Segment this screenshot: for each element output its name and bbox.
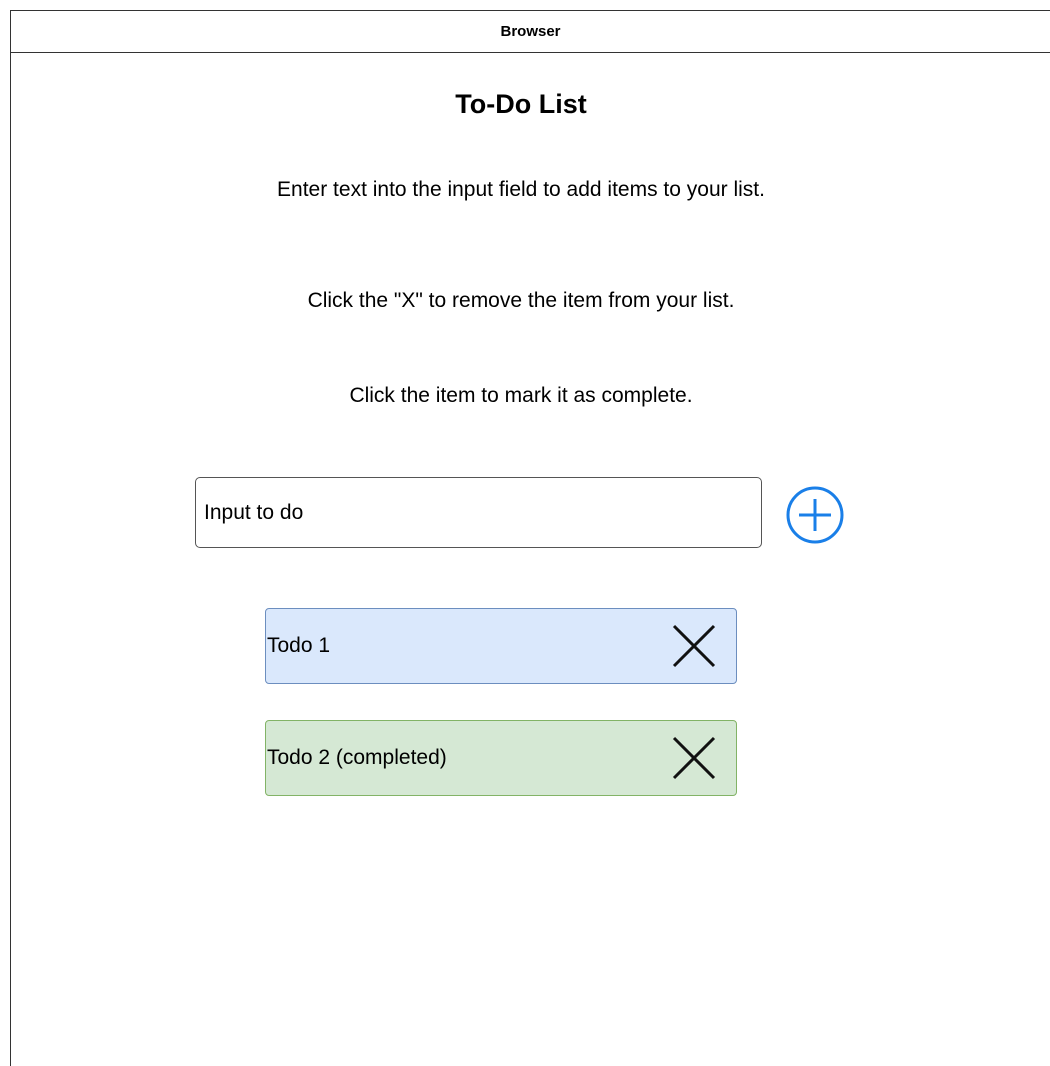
page-content: To-Do List Enter text into the input fie… bbox=[11, 53, 1050, 1066]
instruction-add: Enter text into the input field to add i… bbox=[277, 178, 765, 201]
close-icon bbox=[672, 736, 716, 780]
todo-label: Todo 2 (completed) bbox=[267, 746, 447, 769]
plus-circle-icon bbox=[786, 486, 844, 544]
page-title: To-Do List bbox=[455, 89, 587, 119]
remove-todo-button[interactable] bbox=[664, 728, 724, 788]
close-icon bbox=[672, 624, 716, 668]
window-title: Browser bbox=[11, 11, 1050, 53]
remove-todo-button[interactable] bbox=[664, 616, 724, 676]
todo-item[interactable]: Todo 1 bbox=[265, 608, 737, 684]
todo-item-completed[interactable]: Todo 2 (completed) bbox=[265, 720, 737, 796]
instruction-remove: Click the "X" to remove the item from yo… bbox=[307, 289, 735, 312]
todo-label: Todo 1 bbox=[267, 634, 331, 657]
browser-window: Browser To-Do List Enter text into the i… bbox=[10, 10, 1050, 1066]
todo-input[interactable] bbox=[195, 477, 762, 548]
add-todo-button[interactable] bbox=[784, 484, 846, 546]
instruction-complete: Click the item to mark it as complete. bbox=[349, 384, 693, 407]
